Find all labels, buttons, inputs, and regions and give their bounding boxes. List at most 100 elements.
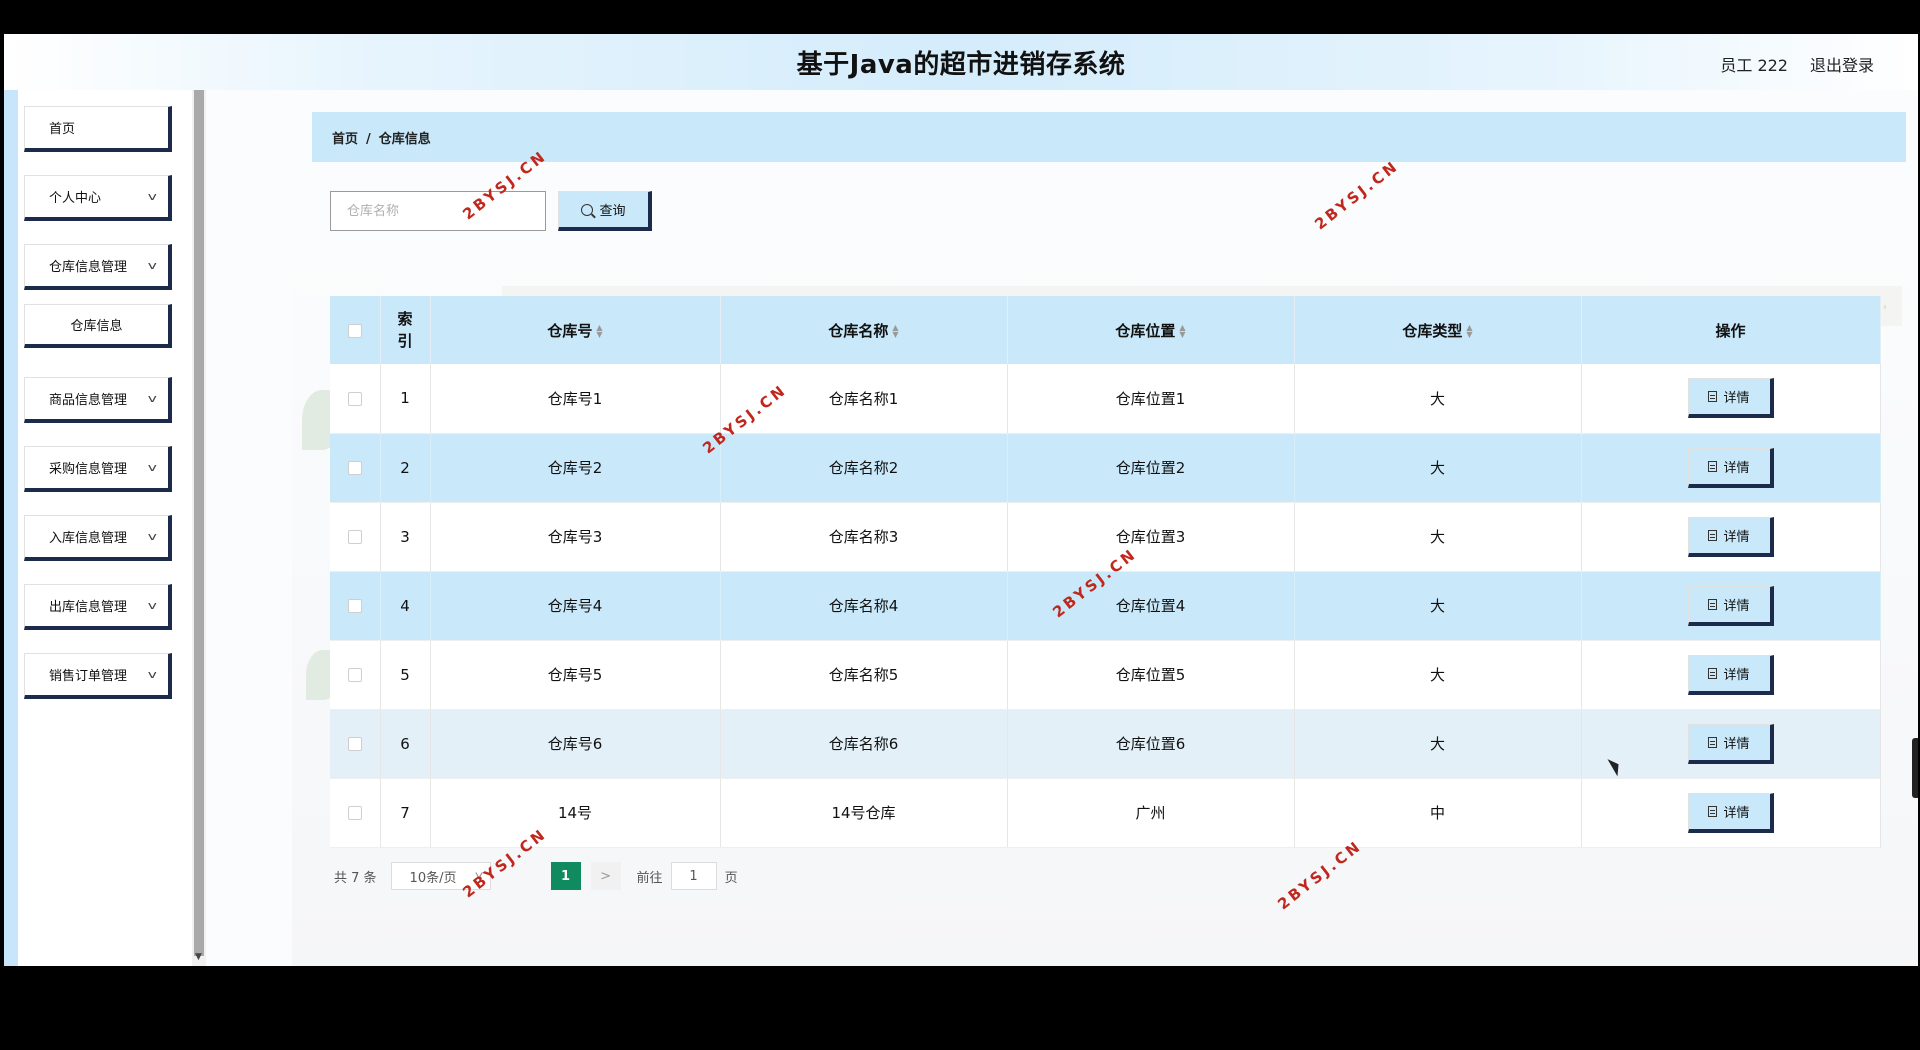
chevron-down-icon: v (148, 392, 158, 405)
cell-warehouse-name: 仓库名称4 (720, 571, 1008, 641)
sidebar-item-purchase-management[interactable]: 采购信息管理 v (24, 446, 172, 492)
column-header-warehouse-type[interactable]: 仓库类型 ▲ ▼ (1294, 296, 1582, 364)
detail-button-label: 详情 (1723, 598, 1750, 614)
detail-button-label: 详情 (1723, 667, 1750, 683)
document-icon (1708, 391, 1718, 403)
pagination-total: 共 7 条 (334, 870, 377, 886)
sidebar-scrollbar-thumb[interactable] (194, 90, 204, 956)
cell-warehouse-no: 仓库号1 (430, 364, 721, 434)
breadcrumb-current: 仓库信息 (378, 132, 431, 147)
cell-warehouse-location: 仓库位置6 (1007, 709, 1295, 779)
row-checkbox-cell (330, 571, 381, 641)
search-button[interactable]: 查询 (558, 191, 652, 231)
cell-actions: 详情 (1581, 778, 1881, 848)
pagination: 共 7 条 10条/页 v 1 > 前往 页 (334, 862, 738, 890)
row-checkbox-cell (330, 778, 381, 848)
detail-button[interactable]: 详情 (1687, 585, 1774, 626)
side-handle[interactable] (1912, 738, 1918, 798)
sidebar-item-inbound-management[interactable]: 入库信息管理 v (24, 515, 172, 561)
sidebar: 首页 个人中心 v 仓库信息管理 v 仓库信息 商品信息管理 v 采购信息管理 … (18, 90, 194, 966)
sidebar-item-label: 销售订单管理 (49, 669, 128, 684)
app-window: 基于Java的超市进销存系统 员工 222 退出登录 首页 个人中心 v 仓库信… (4, 34, 1918, 966)
row-checkbox-cell (330, 433, 381, 503)
row-checkbox[interactable] (347, 806, 362, 820)
table-row[interactable]: 6 仓库号6 仓库名称6 仓库位置6 大 详情 (330, 709, 1881, 779)
column-header-warehouse-location[interactable]: 仓库位置 ▲ ▼ (1007, 296, 1295, 364)
chevron-down-icon: v (148, 461, 158, 474)
table-row[interactable]: 2 仓库号2 仓库名称2 仓库位置2 大 详情 (330, 433, 1881, 503)
row-checkbox[interactable] (347, 461, 362, 475)
main-content: 首页/仓库信息 查询 索引 仓库号▲▼ 仓库名称▲▼ 仓库位置▲▼ 仓库类型▲▼ (206, 90, 1918, 966)
column-header-warehouse-no[interactable]: 仓库号 ▲ ▼ (430, 296, 721, 364)
table-header-row: 索引 仓库号 ▲ ▼ 仓库名称 ▲ ▼ 仓库位置 ▲ ▼ 仓库类型 ▲ ▼ 操作 (330, 296, 1881, 364)
search-button-label: 查询 (599, 204, 626, 219)
sidebar-item-home[interactable]: 首页 (24, 106, 172, 152)
sort-icon[interactable]: ▲ ▼ (1466, 324, 1472, 339)
detail-button[interactable]: 详情 (1687, 654, 1774, 695)
table-row[interactable]: 5 仓库号5 仓库名称5 仓库位置5 大 详情 (330, 640, 1881, 710)
sidebar-item-outbound-management[interactable]: 出库信息管理 v (24, 584, 172, 630)
row-checkbox[interactable] (347, 599, 362, 613)
table-row[interactable]: 7 14号 14号仓库 广州 中 详情 (330, 778, 1881, 848)
row-checkbox-cell (330, 502, 381, 572)
sort-icon[interactable]: ▲ ▼ (1179, 324, 1185, 339)
cell-actions: 详情 (1581, 433, 1881, 503)
detail-button[interactable]: 详情 (1687, 723, 1774, 764)
sidebar-item-sales-order-management[interactable]: 销售订单管理 v (24, 653, 172, 699)
column-header-warehouse-name[interactable]: 仓库名称 ▲ ▼ (720, 296, 1008, 364)
cell-warehouse-location: 仓库位置5 (1007, 640, 1295, 710)
breadcrumb-home[interactable]: 首页 (332, 132, 358, 147)
page-size-value: 10条/页 (409, 870, 457, 886)
document-icon (1708, 460, 1718, 472)
sidebar-item-goods-management[interactable]: 商品信息管理 v (24, 377, 172, 423)
select-all-checkbox[interactable] (347, 323, 362, 338)
cell-actions: 详情 (1581, 571, 1881, 641)
warehouse-name-search-input[interactable] (330, 191, 546, 231)
detail-button[interactable]: 详情 (1687, 378, 1774, 419)
detail-button-label: 详情 (1723, 460, 1750, 476)
detail-button[interactable]: 详情 (1687, 792, 1774, 833)
sidebar-item-label: 采购信息管理 (49, 462, 128, 477)
column-label: 仓库号 (547, 321, 593, 340)
sidebar-item-label: 首页 (49, 122, 76, 137)
cell-warehouse-no: 仓库号2 (430, 433, 721, 503)
cell-warehouse-no: 仓库号6 (430, 709, 721, 779)
row-checkbox-cell (330, 364, 381, 434)
cell-warehouse-location: 广州 (1007, 778, 1295, 848)
row-checkbox[interactable] (347, 737, 362, 751)
document-icon (1708, 667, 1718, 679)
detail-button[interactable]: 详情 (1687, 516, 1774, 557)
cell-warehouse-type: 大 (1294, 364, 1582, 434)
row-checkbox[interactable] (347, 391, 362, 406)
cell-actions: 详情 (1581, 502, 1881, 572)
sort-icon[interactable]: ▲ ▼ (892, 324, 898, 339)
sort-icon[interactable]: ▲ ▼ (596, 324, 602, 339)
cell-index: 5 (380, 640, 431, 710)
document-icon (1708, 529, 1718, 541)
cell-index: 2 (380, 433, 431, 503)
row-checkbox-cell (330, 709, 381, 779)
goto-page-input[interactable] (670, 862, 717, 890)
cell-actions: 详情 (1581, 364, 1881, 434)
app-title: 基于Java的超市进销存系统 (796, 50, 1126, 80)
breadcrumb-separator: / (366, 132, 371, 147)
current-user: 员工 222 (1720, 56, 1788, 75)
row-checkbox[interactable] (347, 668, 362, 682)
sidebar-item-warehouse-management[interactable]: 仓库信息管理 v (24, 244, 172, 290)
detail-button-label: 详情 (1723, 391, 1750, 407)
cell-warehouse-name: 仓库名称2 (720, 433, 1008, 503)
page-button-current[interactable]: 1 (550, 862, 581, 890)
table-row[interactable]: 1 仓库号1 仓库名称1 仓库位置1 大 详情 (330, 364, 1881, 434)
scroll-down-arrow-icon[interactable]: ▼ (195, 952, 202, 962)
sidebar-item-label: 仓库信息管理 (49, 260, 128, 275)
detail-button[interactable]: 详情 (1687, 447, 1774, 488)
logout-link[interactable]: 退出登录 (1810, 52, 1874, 76)
next-page-icon[interactable]: > (590, 862, 621, 890)
cell-warehouse-type: 中 (1294, 778, 1582, 848)
sidebar-item-profile[interactable]: 个人中心 v (24, 175, 172, 221)
row-checkbox[interactable] (347, 530, 362, 544)
cell-warehouse-type: 大 (1294, 433, 1582, 503)
sidebar-subitem-warehouse-info[interactable]: 仓库信息 (24, 304, 172, 348)
chevron-down-icon: v (148, 259, 158, 272)
table-row[interactable]: 3 仓库号3 仓库名称3 仓库位置3 大 详情 (330, 502, 1881, 572)
